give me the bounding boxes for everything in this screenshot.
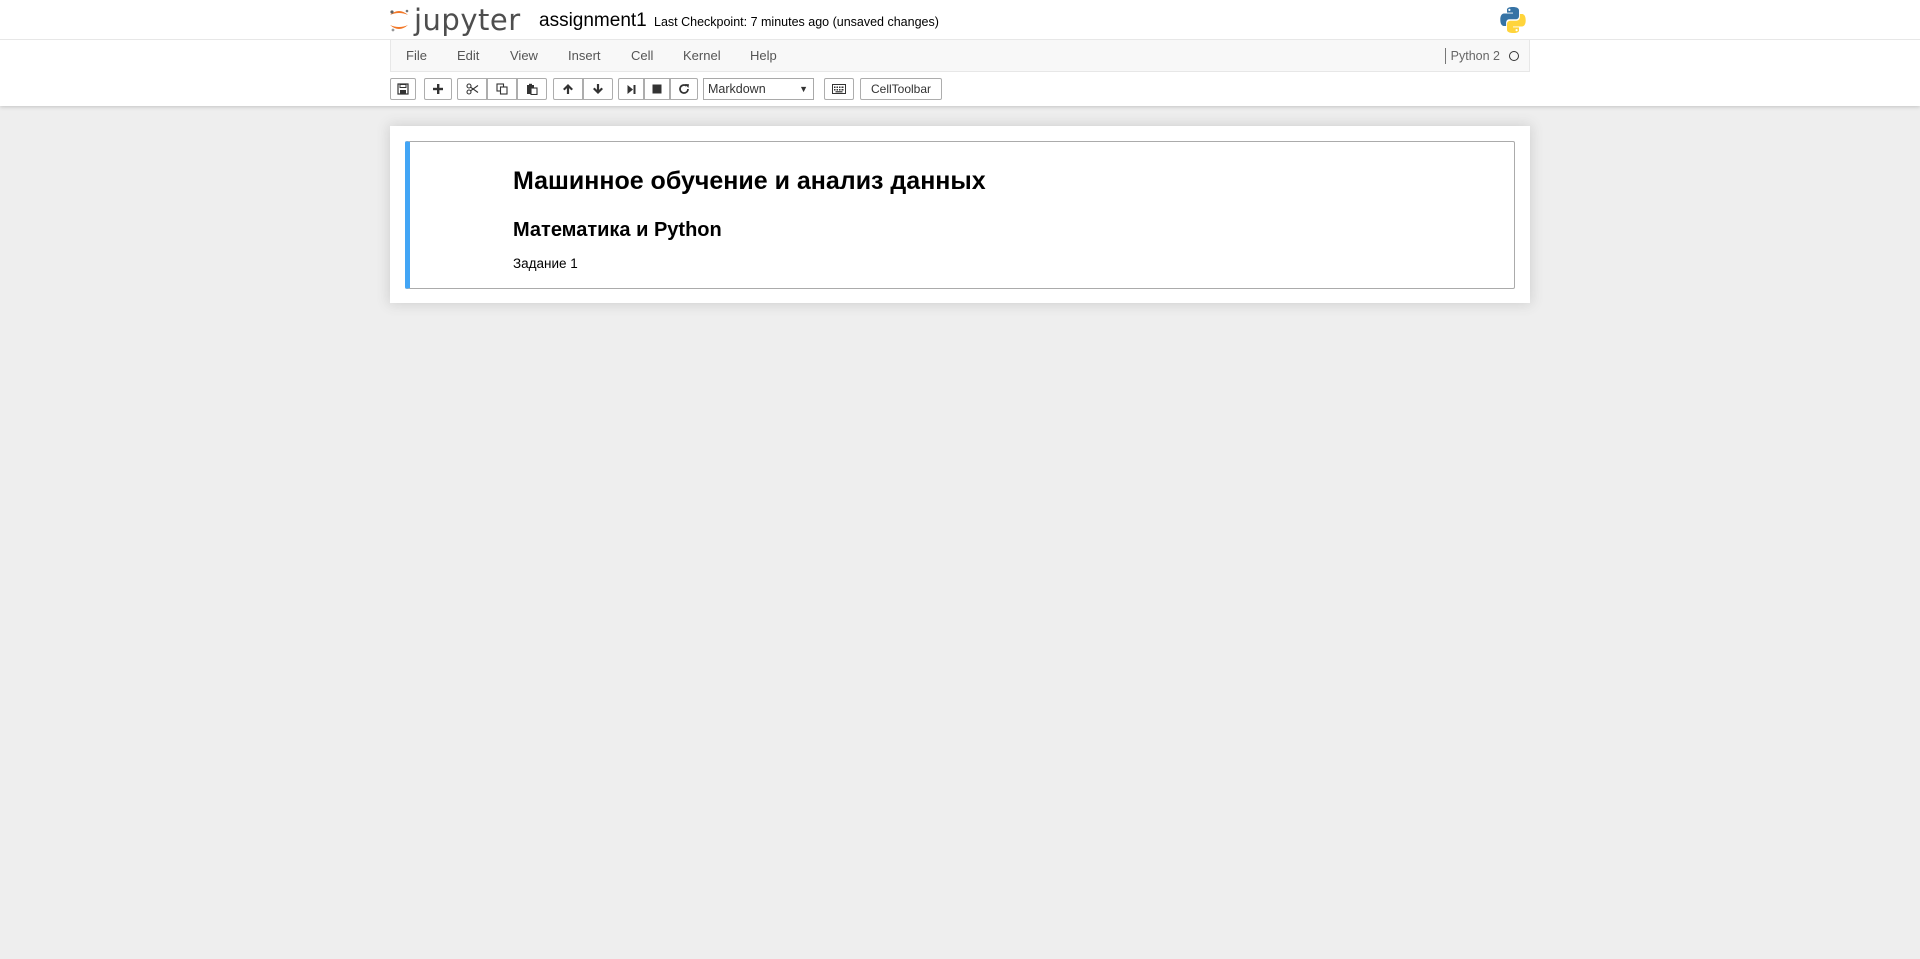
menu-help[interactable]: Help bbox=[750, 48, 777, 63]
python-logo-icon bbox=[1498, 5, 1528, 35]
stop-icon bbox=[652, 84, 662, 94]
notebook-name[interactable]: assignment1 bbox=[539, 9, 647, 33]
cut-button[interactable] bbox=[457, 78, 487, 100]
kernel-name: Python 2 bbox=[1450, 49, 1500, 63]
cell-heading-2: Математика и Python bbox=[513, 219, 722, 241]
insert-cell-button[interactable] bbox=[424, 78, 452, 100]
jupyter-logo[interactable]: jupyter bbox=[388, 3, 521, 37]
menubar: File Edit View Insert Cell Kernel Help P… bbox=[390, 40, 1530, 72]
jupyter-logo-icon bbox=[390, 9, 409, 32]
save-button[interactable] bbox=[390, 78, 416, 100]
markdown-cell[interactable]: Машинное обучение и анализ данных Матема… bbox=[405, 141, 1515, 289]
cell-heading-1: Машинное обучение и анализ данных bbox=[513, 167, 986, 195]
paste-button[interactable] bbox=[517, 78, 547, 100]
notebook-container: Машинное обучение и анализ данных Матема… bbox=[390, 126, 1530, 303]
kernel-idle-icon bbox=[1509, 51, 1519, 61]
kernel-separator bbox=[1444, 48, 1446, 64]
step-forward-icon bbox=[627, 84, 635, 94]
celltoolbar-label: CellToolbar bbox=[870, 82, 932, 96]
paste-icon bbox=[527, 83, 538, 95]
cell-type-value: Markdown bbox=[708, 82, 766, 96]
save-icon bbox=[397, 83, 409, 95]
keyboard-icon bbox=[832, 84, 846, 94]
menu-edit[interactable]: Edit bbox=[457, 48, 479, 63]
interrupt-kernel-button[interactable] bbox=[644, 78, 670, 100]
header: jupyter assignment1 Last Checkpoint: 7 m… bbox=[0, 0, 1920, 106]
plus-icon bbox=[433, 84, 443, 94]
command-palette-button[interactable] bbox=[824, 78, 854, 100]
run-cell-button[interactable] bbox=[618, 78, 644, 100]
move-down-button[interactable] bbox=[583, 78, 613, 100]
menu-view[interactable]: View bbox=[510, 48, 538, 63]
menu-file[interactable]: File bbox=[406, 48, 427, 63]
header-top: jupyter assignment1 Last Checkpoint: 7 m… bbox=[0, 0, 1920, 40]
menu-insert[interactable]: Insert bbox=[568, 48, 601, 63]
cell-paragraph: Задание 1 bbox=[513, 256, 578, 271]
jupyter-logo-text: jupyter bbox=[414, 3, 521, 37]
checkpoint-status: Last Checkpoint: 7 minutes ago (unsaved … bbox=[654, 15, 939, 29]
menu-cell[interactable]: Cell bbox=[631, 48, 653, 63]
menu-kernel[interactable]: Kernel bbox=[683, 48, 721, 63]
arrow-up-icon bbox=[563, 84, 573, 94]
cell-type-select[interactable]: Markdown ▼ bbox=[703, 78, 814, 100]
scissors-icon bbox=[465, 83, 478, 95]
copy-icon bbox=[496, 83, 508, 95]
arrow-down-icon bbox=[593, 84, 603, 94]
restart-kernel-button[interactable] bbox=[670, 78, 698, 100]
move-up-button[interactable] bbox=[553, 78, 583, 100]
refresh-icon bbox=[679, 84, 689, 94]
celltoolbar-button[interactable]: CellToolbar bbox=[860, 78, 942, 100]
copy-button[interactable] bbox=[487, 78, 517, 100]
chevron-down-icon: ▼ bbox=[799, 84, 808, 94]
kernel-indicator: Python 2 bbox=[1444, 46, 1519, 66]
